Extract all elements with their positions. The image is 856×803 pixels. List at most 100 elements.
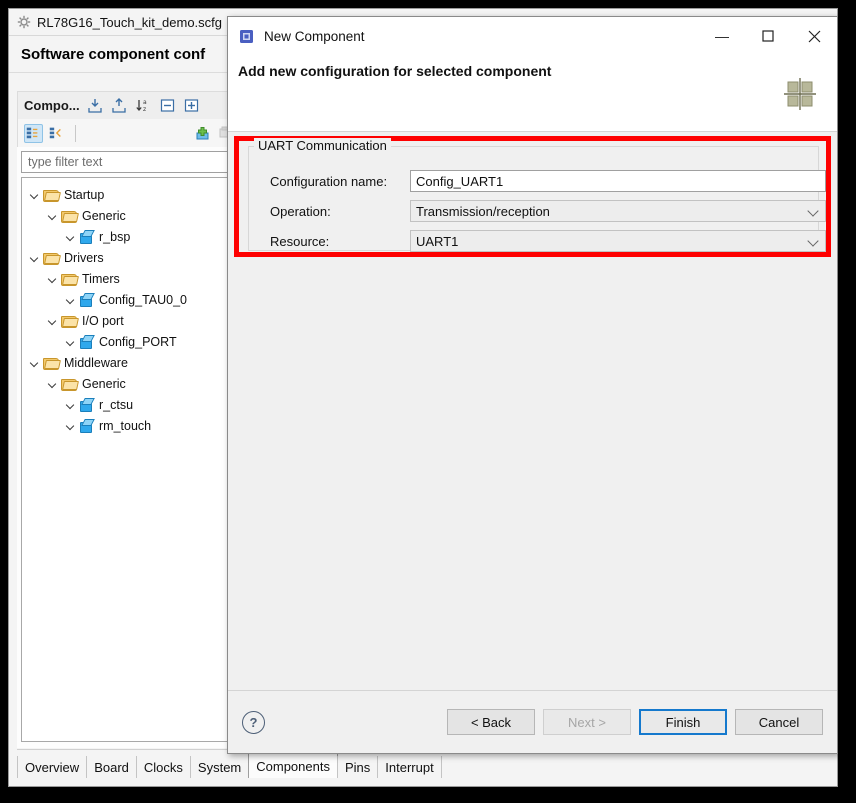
field-combobox[interactable]: UART1 [410, 230, 826, 252]
chevron-down-icon[interactable] [807, 205, 819, 217]
dialog-button-next: Next > [543, 709, 631, 735]
folder-icon [61, 209, 77, 223]
tab-label: Pins [344, 759, 371, 775]
field-combobox[interactable]: Transmission/reception [410, 200, 826, 222]
tree-item[interactable]: Middleware [22, 352, 235, 373]
expand-all-icon[interactable] [183, 97, 200, 114]
help-icon[interactable]: ? [242, 710, 265, 734]
field-textbox[interactable]: Config_UART1 [410, 170, 826, 192]
tree-item[interactable]: Startup [22, 184, 235, 205]
form-row: Operation: Transmission/reception [270, 200, 826, 222]
tab-system[interactable]: System [189, 756, 250, 778]
chevron-down-icon[interactable] [28, 356, 41, 369]
dialog-button-finish[interactable]: Finish [639, 709, 727, 735]
filter-input[interactable]: type filter text [21, 151, 236, 173]
tab-interrupt[interactable]: Interrupt [377, 756, 442, 778]
tab-components[interactable]: Components [248, 753, 338, 778]
tab-board[interactable]: Board [86, 756, 137, 778]
tab-overview[interactable]: Overview [17, 756, 88, 778]
tree-indent-spacer [64, 419, 77, 432]
tab-label: System [197, 759, 242, 775]
tree-indent-spacer [64, 335, 77, 348]
form-row: Resource: UART1 [270, 230, 826, 252]
chevron-down-icon[interactable] [28, 251, 41, 264]
chip-graphic-icon [783, 77, 817, 114]
chevron-down-icon[interactable] [46, 314, 59, 327]
component-cube-icon [79, 293, 94, 307]
button-label: < Back [470, 714, 512, 730]
tree-item[interactable]: Config_PORT [22, 331, 235, 352]
add-component-icon[interactable] [194, 125, 211, 142]
tree-item[interactable]: I/O port [22, 310, 235, 331]
components-panel: Compo... a z type filter text Startup Ge… [17, 91, 240, 748]
chevron-down-icon[interactable] [807, 235, 819, 247]
tree-item[interactable]: r_ctsu [22, 394, 235, 415]
form-row: Configuration name: Config_UART1 [270, 170, 826, 192]
folder-icon [61, 314, 77, 328]
tab-label: Components [256, 758, 330, 774]
dialog-titlebar: New Component — [228, 17, 837, 55]
sort-az-icon[interactable]: a z [135, 97, 152, 114]
gear-icon [17, 15, 31, 29]
group-label: UART Communication [254, 138, 391, 153]
component-cube-icon [79, 230, 94, 244]
dialog-subheading-area: Add new configuration for selected compo… [228, 55, 837, 132]
tree-item[interactable]: Generic [22, 373, 235, 394]
folder-icon [43, 356, 59, 370]
dialog-body: UART Communication Configuration name: Co… [228, 132, 837, 690]
tree-indent-spacer [64, 398, 77, 411]
tree-item[interactable]: Drivers [22, 247, 235, 268]
chevron-down-icon[interactable] [46, 272, 59, 285]
tab-label: Overview [25, 759, 80, 775]
tree-item[interactable]: Config_TAU0_0 [22, 289, 235, 310]
tree-item-label: Drivers [64, 250, 104, 265]
dialog-button-back[interactable]: < Back [447, 709, 535, 735]
tree-item-label: Generic [82, 208, 126, 223]
svg-text:a: a [143, 99, 147, 106]
components-panel-header: Compo... a z [17, 91, 240, 119]
show-hardware-view-icon[interactable] [24, 123, 43, 143]
dialog-button-cancel[interactable]: Cancel [735, 709, 823, 735]
dialog-button-group: < Back Next > Finish Cancel [447, 709, 823, 735]
tab-label: Board [94, 759, 129, 775]
folder-icon [61, 377, 77, 391]
component-tree[interactable]: Startup Generic r_bsp Drivers Timers Config_T… [21, 177, 236, 742]
close-button[interactable] [791, 21, 837, 51]
components-panel-title: Compo... [24, 98, 80, 113]
field-label: Configuration name: [270, 173, 388, 189]
export-icon[interactable] [111, 97, 128, 114]
tree-item[interactable]: Timers [22, 268, 235, 289]
chevron-down-icon[interactable] [46, 209, 59, 222]
button-label: Finish [665, 714, 701, 730]
chevron-down-icon[interactable] [46, 377, 59, 390]
folder-icon [43, 188, 59, 202]
tree-item[interactable]: r_bsp [22, 226, 235, 247]
import-icon[interactable] [87, 97, 104, 114]
tree-item-label: rm_touch [99, 418, 152, 433]
button-label: Cancel [758, 714, 800, 730]
tree-item-label: r_ctsu [99, 397, 134, 412]
show-software-view-icon[interactable] [48, 125, 65, 142]
tree-item-label: Timers [82, 271, 120, 286]
dialog-title: New Component [264, 28, 365, 44]
field-value: Transmission/reception [416, 203, 550, 219]
toolbar-separator [75, 124, 76, 142]
tab-pins[interactable]: Pins [336, 756, 379, 778]
tree-item[interactable]: rm_touch [22, 415, 235, 436]
tree-indent-spacer [64, 230, 77, 243]
svg-text:z: z [143, 106, 146, 113]
tab-label: Clocks [143, 759, 183, 775]
collapse-all-icon[interactable] [159, 97, 176, 114]
chevron-down-icon[interactable] [28, 188, 41, 201]
field-value: Config_UART1 [416, 173, 504, 189]
component-cube-icon [79, 419, 94, 433]
component-chip-icon [238, 28, 255, 45]
tree-item[interactable]: Generic [22, 205, 235, 226]
tab-label: Interrupt [385, 759, 434, 775]
tree-item-label: I/O port [82, 313, 124, 328]
field-label: Operation: [270, 203, 331, 219]
tree-indent-spacer [64, 293, 77, 306]
minimize-button[interactable]: — [699, 21, 745, 51]
maximize-button[interactable] [745, 21, 791, 51]
tab-clocks[interactable]: Clocks [135, 756, 191, 778]
